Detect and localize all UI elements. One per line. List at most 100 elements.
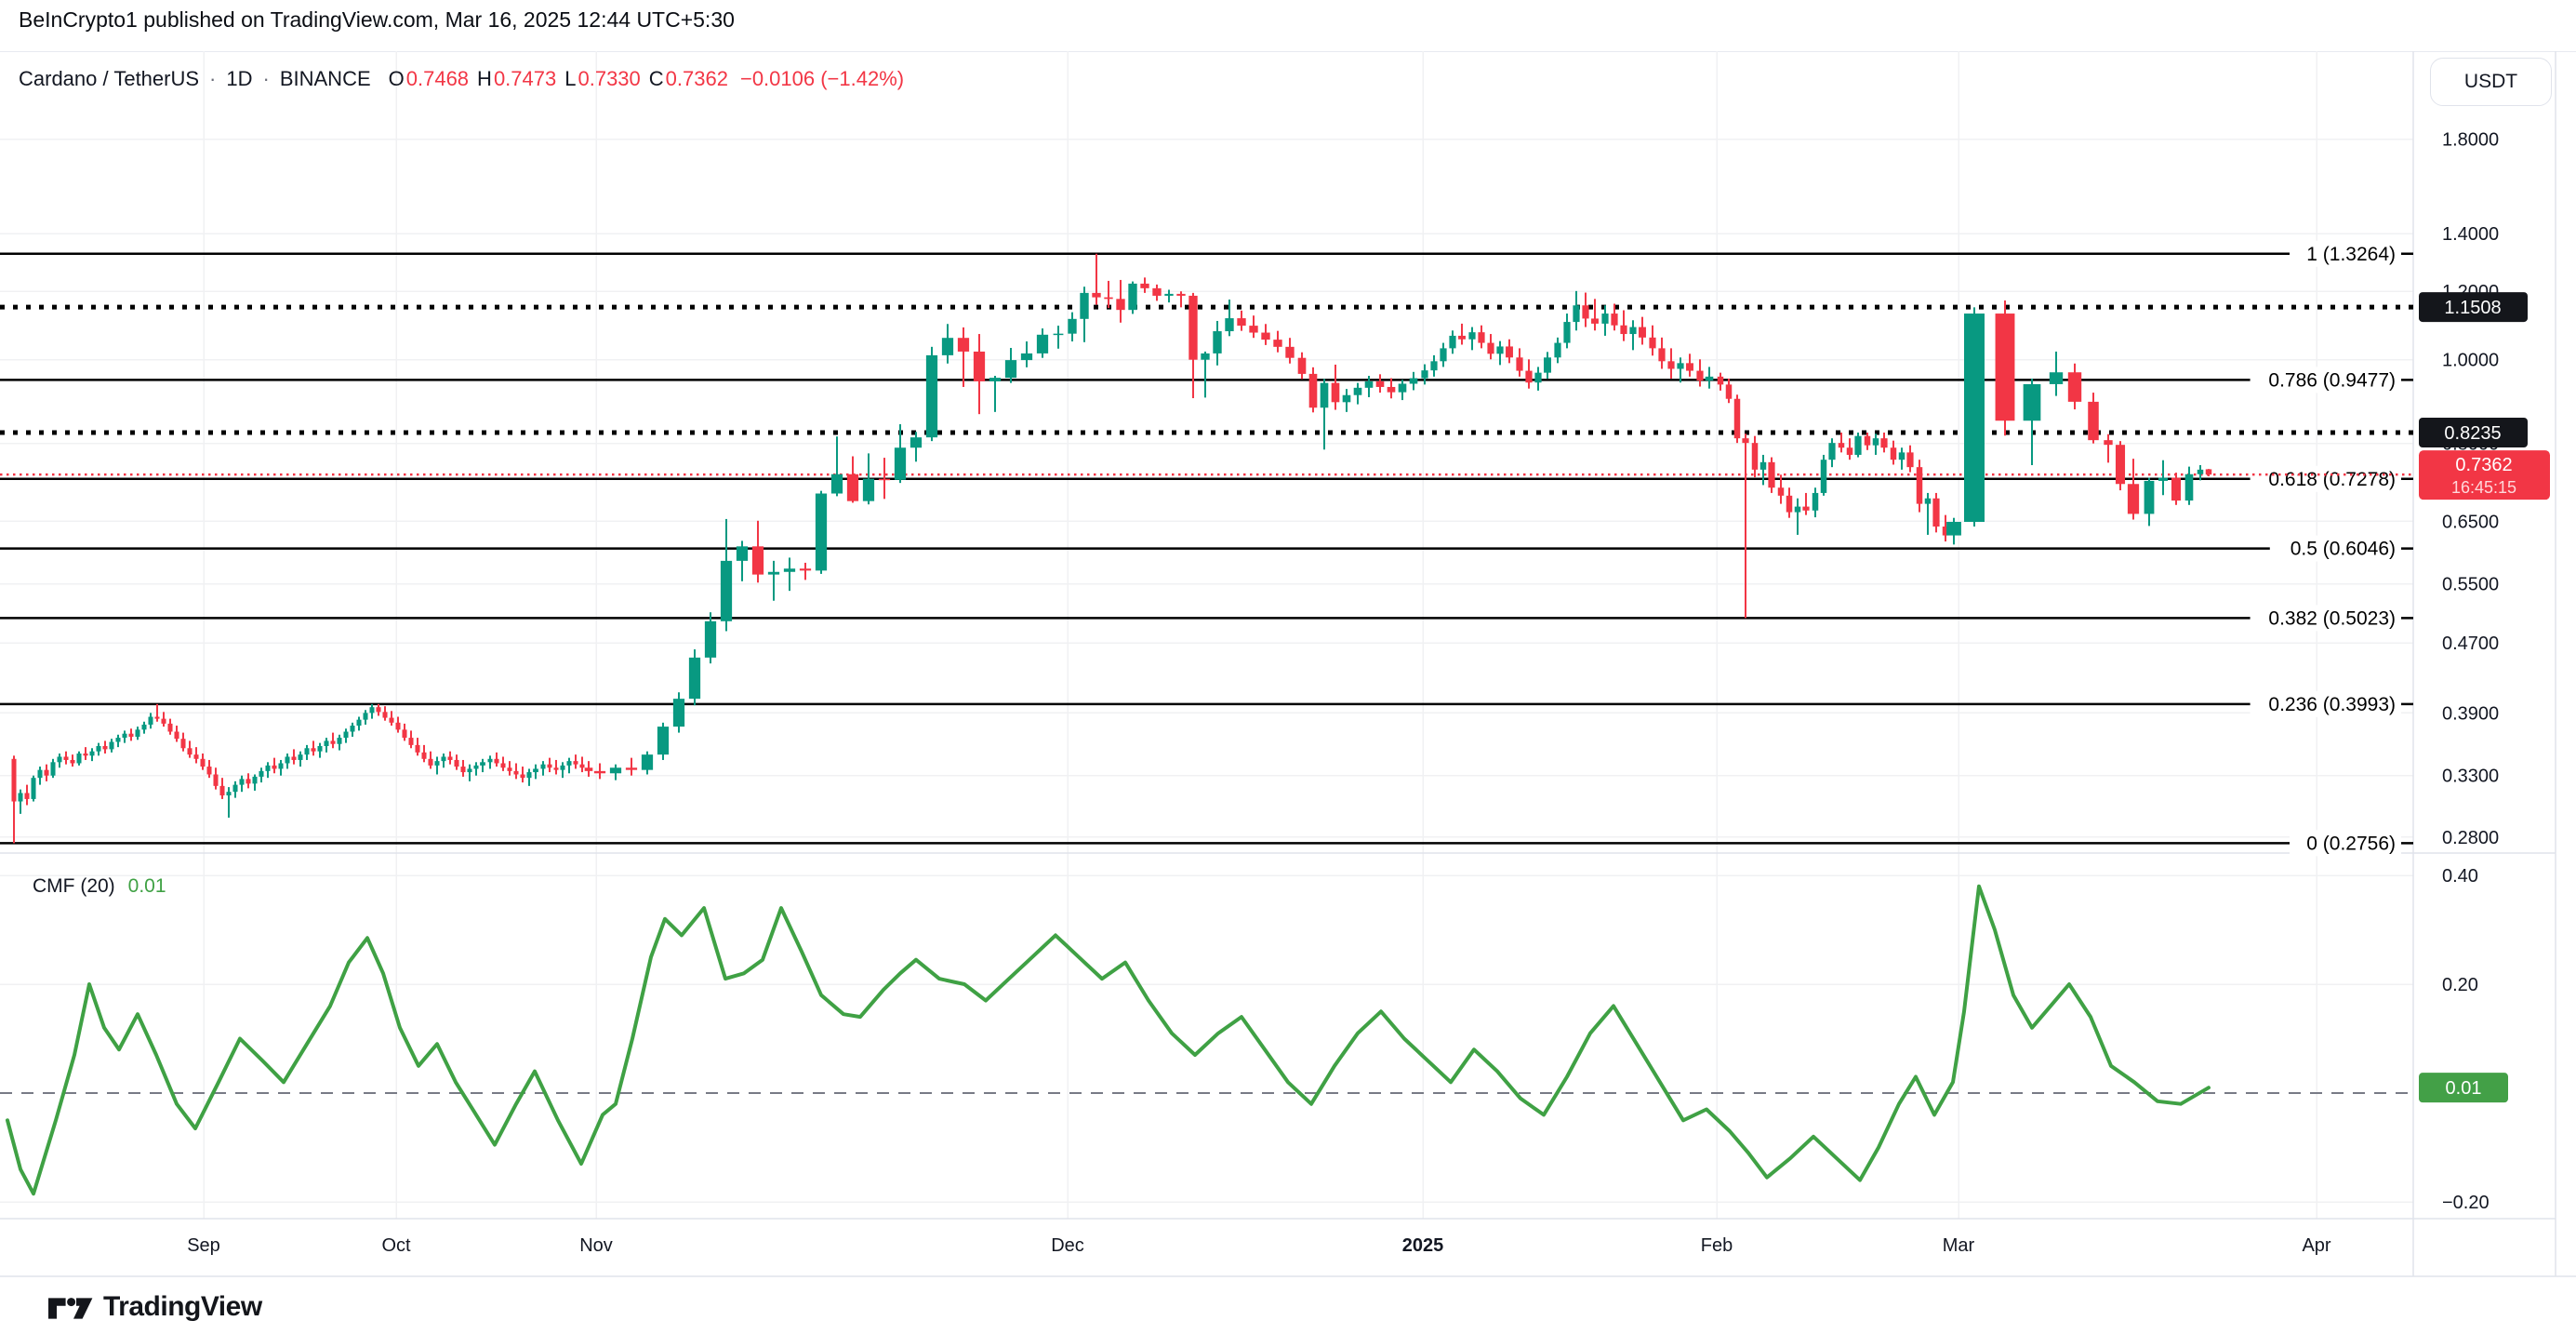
candle-body (2144, 481, 2155, 514)
candle-body (831, 474, 843, 494)
candle-body (1458, 336, 1466, 340)
candle-body (547, 765, 551, 768)
candle-body (219, 786, 224, 795)
candle-body (626, 767, 637, 769)
candle-body (1629, 327, 1636, 334)
candle-body (2104, 440, 2112, 445)
price-chart-canvas[interactable]: 1 (1.3264)0.786 (0.9477)0.618 (0.7278)0.… (0, 51, 2576, 1334)
candle-body (1321, 383, 1329, 408)
time-axis-label: Mar (1943, 1235, 1975, 1256)
candle-body (1410, 379, 1418, 384)
cmf-value-badge-label: 0.01 (2446, 1078, 2482, 1099)
candle-body (1273, 340, 1281, 347)
candle-body (343, 731, 348, 738)
candle-body (2198, 470, 2203, 474)
candle-body (376, 707, 380, 712)
symbol-name[interactable]: Cardano / TetherUS (19, 67, 199, 91)
candle-body (109, 742, 113, 750)
candle-body (1225, 318, 1233, 331)
candle-body (187, 748, 192, 754)
candle-body (1839, 443, 1844, 447)
candle-body (1601, 313, 1608, 324)
candle-body (1718, 377, 1723, 385)
indicator-legend: CMF (20) 0.01 (33, 875, 166, 898)
candle-body (272, 766, 276, 769)
currency-toggle-button[interactable]: USDT (2430, 58, 2552, 106)
candle-body (1152, 288, 1161, 296)
candle-body (1376, 381, 1385, 387)
fib-label: 1 (1.3264) (2306, 244, 2396, 265)
price-badge-dark-label: 1.1508 (2444, 298, 2501, 318)
candle-body (1128, 284, 1136, 310)
candle-body (1506, 346, 1513, 357)
candle-body (1237, 318, 1245, 326)
candle-body (421, 753, 426, 759)
candle-body (673, 699, 684, 727)
candle-body (1812, 493, 1818, 511)
candle-body (1104, 298, 1112, 300)
ohlc-high: H 0.7473 (477, 67, 556, 91)
candle-body (1054, 334, 1064, 336)
fib-label: 0.382 (0.5023) (2268, 607, 2396, 629)
candle-body (1925, 499, 1931, 504)
time-axis-label: Nov (579, 1235, 613, 1256)
candle-body (1309, 374, 1318, 407)
candle-body (434, 761, 439, 766)
candle-body (879, 479, 890, 481)
candle-body (540, 765, 545, 769)
candle-body (610, 767, 621, 773)
candle-body (1620, 326, 1627, 334)
time-axis-label: Oct (381, 1235, 411, 1256)
indicator-name[interactable]: CMF (20) (33, 875, 115, 898)
candle-body (1639, 327, 1646, 338)
candle-body (480, 762, 485, 766)
candle-body (148, 717, 153, 725)
candle-body (2050, 372, 2063, 384)
candle-body (2158, 478, 2168, 481)
candle-body (1332, 383, 1340, 403)
candle-body (1726, 384, 1732, 398)
candle-body (1696, 371, 1703, 381)
candle-body (2185, 474, 2194, 500)
candle-body (285, 756, 289, 763)
candle-body (246, 779, 250, 783)
candle-body (2116, 445, 2125, 484)
candle-body (1760, 462, 1766, 470)
price-axis-label: 0.3300 (2442, 767, 2499, 787)
candle-body (1544, 357, 1551, 372)
logo-text: TradingView (103, 1291, 262, 1323)
candle-body (395, 723, 400, 729)
candle-body (11, 759, 16, 802)
candle-body (154, 717, 159, 719)
candle-body (402, 729, 406, 738)
bar-countdown: 16:45:15 (2451, 478, 2516, 497)
candle-body (1964, 313, 1985, 522)
candle-body (200, 759, 205, 767)
candle-body (31, 778, 35, 799)
candle-body (63, 756, 68, 760)
candle-body (1891, 447, 1896, 460)
candle-body (2171, 478, 2181, 500)
candle-body (1164, 294, 1173, 296)
candle-body (317, 746, 322, 752)
candle-body (350, 726, 354, 731)
candle-body (1343, 395, 1351, 403)
time-axis-label: Dec (1051, 1235, 1084, 1256)
interval-label[interactable]: 1D (226, 67, 252, 91)
candle-body (454, 760, 458, 767)
candle-body (1686, 363, 1693, 370)
candle-body (752, 546, 764, 574)
candle-body (1213, 331, 1221, 354)
price-axis-label: 1.8000 (2442, 130, 2499, 151)
candle-body (298, 754, 302, 760)
candle-body (573, 761, 578, 765)
tradingview-logo[interactable]: TradingView (48, 1287, 262, 1327)
candle-body (1847, 447, 1852, 455)
candle-body (1516, 357, 1522, 370)
candle-body (252, 777, 257, 783)
price-axis-label: 1.0000 (2442, 351, 2499, 371)
candle-body (1582, 305, 1588, 318)
candle-body (1440, 348, 1446, 361)
candle-body (721, 561, 732, 621)
ohlc-open: O 0.7468 (389, 67, 469, 91)
